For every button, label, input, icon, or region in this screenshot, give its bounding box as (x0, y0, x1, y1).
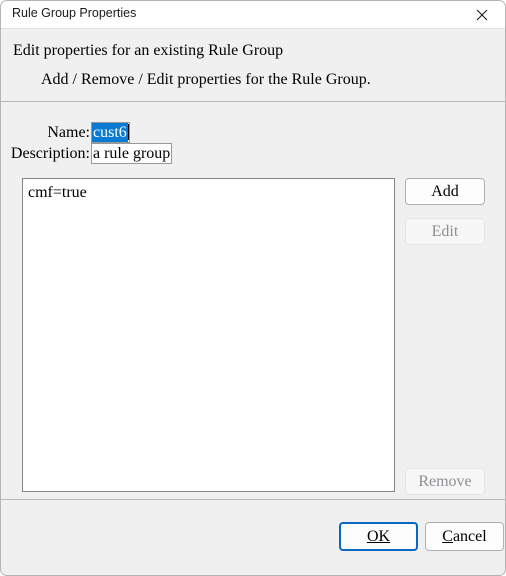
text-caret (127, 124, 129, 140)
content-area: Name: cust6 Description: a rule group cm… (1, 102, 505, 498)
cancel-button-label: ancel (452, 527, 487, 545)
footer-bar: OK Cancel (1, 499, 505, 575)
rules-listbox[interactable]: cmf=true (22, 178, 395, 492)
name-input-value: cust6 (92, 123, 128, 142)
name-field-row: Name: cust6 (47, 122, 380, 143)
header-band: Edit properties for an existing Rule Gro… (1, 29, 505, 102)
name-input[interactable]: cust6 (91, 122, 130, 143)
description-field-row: Description: a rule group (11, 143, 380, 164)
titlebar: Rule Group Properties (1, 1, 505, 29)
close-icon (476, 9, 488, 21)
add-button[interactable]: Add (405, 178, 485, 205)
close-button[interactable] (459, 1, 505, 28)
description-input[interactable]: a rule group (91, 143, 173, 164)
cancel-button-mnemonic: C (442, 527, 453, 545)
description-input-value: a rule group (93, 145, 171, 162)
list-item[interactable]: cmf=true (23, 179, 394, 202)
ok-button-label: K (378, 527, 391, 545)
remove-button: Remove (405, 468, 485, 495)
window-title: Rule Group Properties (12, 6, 137, 20)
ok-button[interactable]: OK (339, 522, 418, 551)
ok-button-mnemonic: O (366, 527, 379, 545)
header-primary-text: Edit properties for an existing Rule Gro… (13, 42, 284, 59)
edit-button: Edit (405, 218, 485, 245)
name-label: Name: (47, 124, 90, 141)
cancel-button[interactable]: Cancel (425, 522, 504, 551)
description-label: Description: (10, 145, 90, 162)
header-secondary-text: Add / Remove / Edit properties for the R… (41, 71, 371, 88)
rule-group-properties-dialog: Rule Group Properties Edit properties fo… (0, 0, 506, 576)
